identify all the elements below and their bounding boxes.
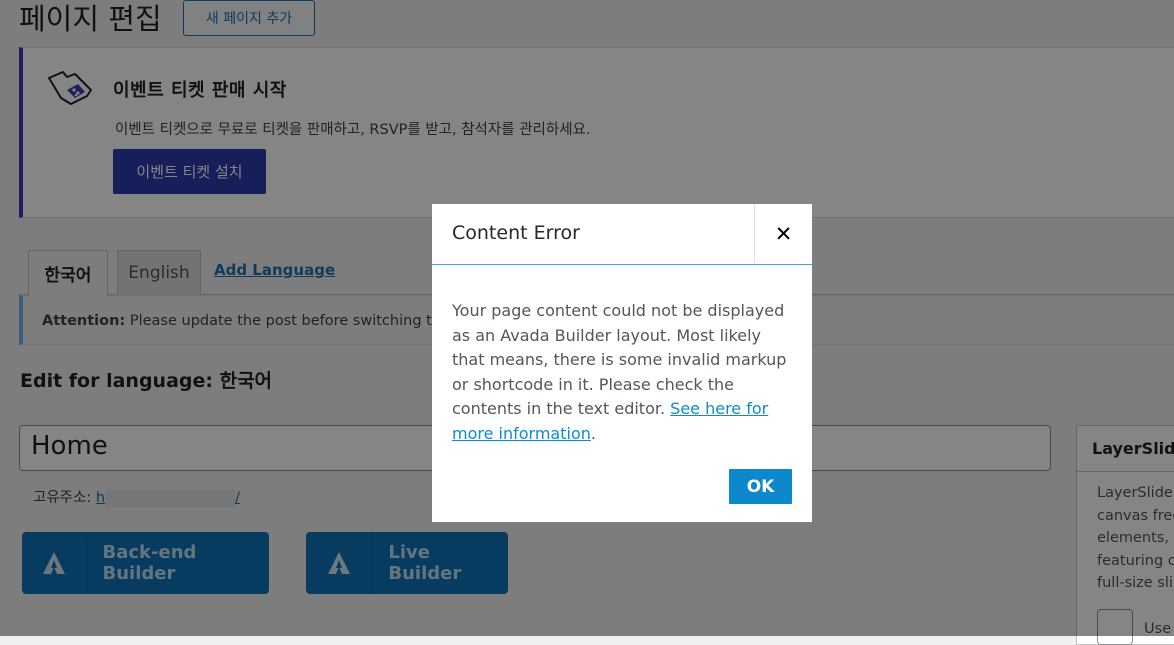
close-icon[interactable]: ✕ [754,204,812,263]
dialog-body-end: . [590,423,596,443]
dialog-title: Content Error [452,222,580,244]
ok-button[interactable]: OK [729,469,792,504]
dialog-message: Your page content could not be displayed… [452,299,797,446]
content-error-dialog: Content Error ✕ Your page content could … [432,204,812,522]
dialog-header: Content Error ✕ [432,204,812,265]
